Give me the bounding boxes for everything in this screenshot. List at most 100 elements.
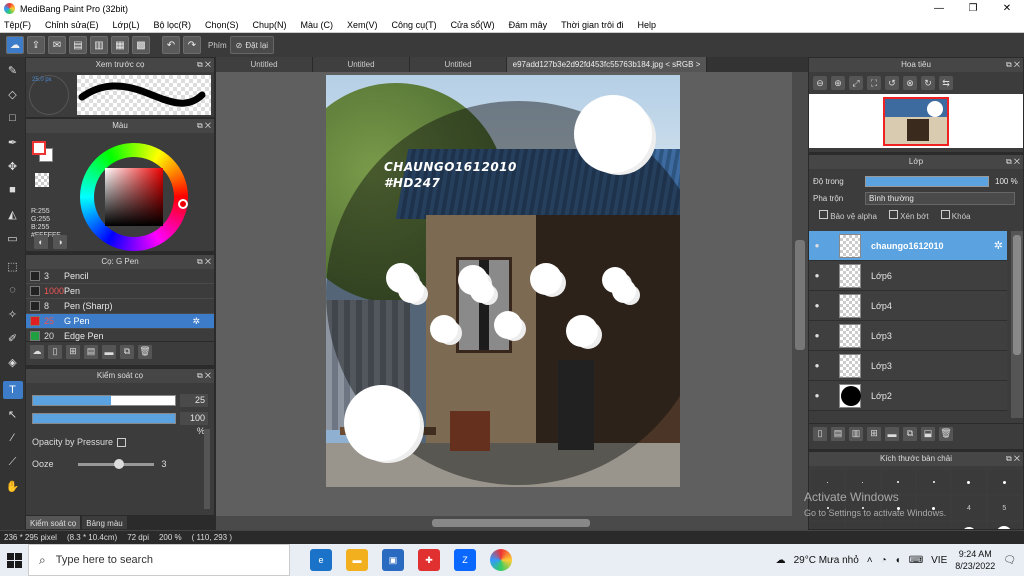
- magic-wand-icon[interactable]: ✧: [3, 305, 23, 323]
- brush-size-cell[interactable]: [952, 470, 986, 494]
- file-explorer-icon[interactable]: ▬: [346, 549, 368, 571]
- fit-icon[interactable]: ⤢: [849, 76, 863, 90]
- share-icon[interactable]: ⇪: [27, 36, 45, 54]
- doc-tab-active[interactable]: e97add127b3e2d92fd453fc55763b184.jpg < s…: [507, 57, 707, 72]
- panel-menu-icon[interactable]: ⧉ ✕: [197, 255, 211, 269]
- divide-icon[interactable]: ⟋: [3, 453, 23, 471]
- brush-item-active[interactable]: 25 G Pen ✲: [26, 314, 214, 329]
- brush-size-cell[interactable]: 4: [952, 496, 986, 520]
- lock-checkbox[interactable]: [940, 209, 950, 219]
- delete-layer-icon[interactable]: 🗑: [939, 426, 953, 441]
- new-halftone-layer-icon[interactable]: ▤: [831, 426, 845, 441]
- brush-size-cell[interactable]: [987, 522, 1021, 529]
- brush-size-cell[interactable]: [846, 522, 880, 529]
- canvas-horizontal-scrollbar[interactable]: [216, 516, 808, 530]
- color-history-icon[interactable]: ◑: [53, 235, 67, 249]
- reset-view-button[interactable]: ⊘ Đặt lại: [229, 36, 275, 54]
- ooze-slider[interactable]: [77, 458, 154, 469]
- cloud-sync-icon[interactable]: ☁: [6, 36, 24, 54]
- medibang-taskbar-icon[interactable]: [490, 549, 512, 571]
- transparent-swatch[interactable]: [35, 173, 49, 187]
- layer-row[interactable]: ● Lớp2: [809, 381, 1007, 411]
- protect-alpha[interactable]: Bảo vệ alpha: [819, 209, 877, 221]
- zoom-in-icon[interactable]: ⊕: [831, 76, 845, 90]
- reset-rotate-icon[interactable]: ⊗: [903, 76, 917, 90]
- opacity-bar[interactable]: [32, 412, 176, 424]
- new-brush-icon[interactable]: ▯: [48, 344, 62, 359]
- menu-edit[interactable]: Chỉnh sửa(E): [45, 20, 99, 30]
- operation-icon[interactable]: ↖: [3, 405, 23, 423]
- grid-icon[interactable]: ▦: [111, 36, 129, 54]
- fill-rect-icon[interactable]: ■: [3, 181, 23, 199]
- layer-row[interactable]: ● Lớp6: [809, 261, 1007, 291]
- hscroll-thumb[interactable]: [432, 519, 590, 527]
- select-pen-icon[interactable]: ✐: [3, 329, 23, 347]
- clipping[interactable]: Xén bớt: [888, 209, 929, 221]
- menu-cloud[interactable]: Đám mây: [509, 20, 548, 30]
- layer-scroll-thumb[interactable]: [1013, 235, 1021, 355]
- primary-color-swatch[interactable]: [32, 141, 46, 155]
- app-icon[interactable]: ✚: [418, 549, 440, 571]
- visibility-icon[interactable]: ●: [809, 301, 825, 310]
- brush-settings-icon[interactable]: ▤: [84, 344, 98, 359]
- gradient-icon[interactable]: ▭: [3, 229, 23, 247]
- layout-icon[interactable]: ▤: [69, 36, 87, 54]
- hue-marker[interactable]: [178, 199, 188, 209]
- select-rect-icon[interactable]: ⬚: [3, 257, 23, 275]
- zoom-out-icon[interactable]: ⊖: [813, 76, 827, 90]
- store-icon[interactable]: ▣: [382, 549, 404, 571]
- layer-scrollbar[interactable]: [1011, 231, 1023, 418]
- canvas-image[interactable]: CHAUNGO1612010 #HD247: [326, 75, 680, 487]
- maximize-button[interactable]: ❐: [956, 0, 990, 17]
- start-button[interactable]: [0, 544, 28, 576]
- add-layer-menu-icon[interactable]: ⊞: [867, 426, 881, 441]
- pressure-checkbox[interactable]: [117, 437, 127, 447]
- panel-menu-icon[interactable]: ⧉ ✕: [197, 58, 211, 72]
- blend-select[interactable]: Bình thường: [865, 192, 1015, 205]
- ooze-knob[interactable]: [114, 458, 125, 469]
- select-eraser-icon[interactable]: ◈: [3, 353, 23, 371]
- vscroll-thumb[interactable]: [795, 240, 805, 350]
- comment-icon[interactable]: ✉: [48, 36, 66, 54]
- text-tool-icon[interactable]: T: [2, 381, 23, 399]
- duplicate-layer-icon[interactable]: ⧉: [903, 426, 917, 441]
- folder-icon[interactable]: ▬: [102, 344, 116, 359]
- brush-size-cell[interactable]: [881, 522, 915, 529]
- brush-size-cell[interactable]: [916, 522, 951, 529]
- menu-layer[interactable]: Lớp(L): [113, 20, 140, 30]
- move-tool-icon[interactable]: ✥: [3, 157, 23, 175]
- brush-item[interactable]: 8 Pen (Sharp): [26, 299, 214, 314]
- menu-file[interactable]: Tệp(F): [4, 20, 31, 30]
- saturation-value-square[interactable]: [105, 168, 163, 226]
- zalo-icon[interactable]: Z: [454, 549, 476, 571]
- eraser-tool-icon[interactable]: ◇: [3, 85, 23, 103]
- add-brush-icon[interactable]: ⊞: [66, 344, 80, 359]
- weather-icon[interactable]: ☁: [776, 555, 786, 566]
- layer-row-active[interactable]: ● chaungo1612010 ✲: [809, 231, 1007, 261]
- doc-tab[interactable]: Untitled: [410, 57, 507, 72]
- lock[interactable]: Khóa: [940, 209, 970, 221]
- chevron-up-icon[interactable]: ˄: [867, 555, 873, 566]
- page-icon[interactable]: ▥: [90, 36, 108, 54]
- layer-row[interactable]: ● Lớp4: [809, 291, 1007, 321]
- rotate-right-icon[interactable]: ↻: [921, 76, 935, 90]
- brush-size-cell[interactable]: [987, 470, 1021, 494]
- lasso-icon[interactable]: ◌: [3, 281, 23, 299]
- grid2-icon[interactable]: ▩: [132, 36, 150, 54]
- visibility-icon[interactable]: ●: [809, 271, 825, 280]
- visibility-icon[interactable]: ●: [809, 331, 825, 340]
- brush-size-cell[interactable]: 5: [987, 496, 1021, 520]
- new-8bit-layer-icon[interactable]: ▥: [849, 426, 863, 441]
- layer-row[interactable]: ● Lớp3: [809, 351, 1007, 381]
- undo-button[interactable]: ↶: [162, 36, 180, 54]
- canvas-vertical-scrollbar[interactable]: [792, 72, 808, 516]
- brush-size-cell[interactable]: [952, 522, 986, 529]
- tab-brush-control[interactable]: Kiểm soát cọ: [25, 515, 82, 530]
- visibility-icon[interactable]: ●: [809, 241, 825, 250]
- edge-icon[interactable]: e: [310, 549, 332, 571]
- gear-icon[interactable]: ✲: [994, 239, 1003, 252]
- tab-palette[interactable]: Bảng màu: [81, 515, 128, 530]
- visibility-icon[interactable]: ●: [809, 361, 825, 370]
- protect-alpha-checkbox[interactable]: [819, 209, 828, 219]
- doc-tab[interactable]: Untitled: [216, 57, 313, 72]
